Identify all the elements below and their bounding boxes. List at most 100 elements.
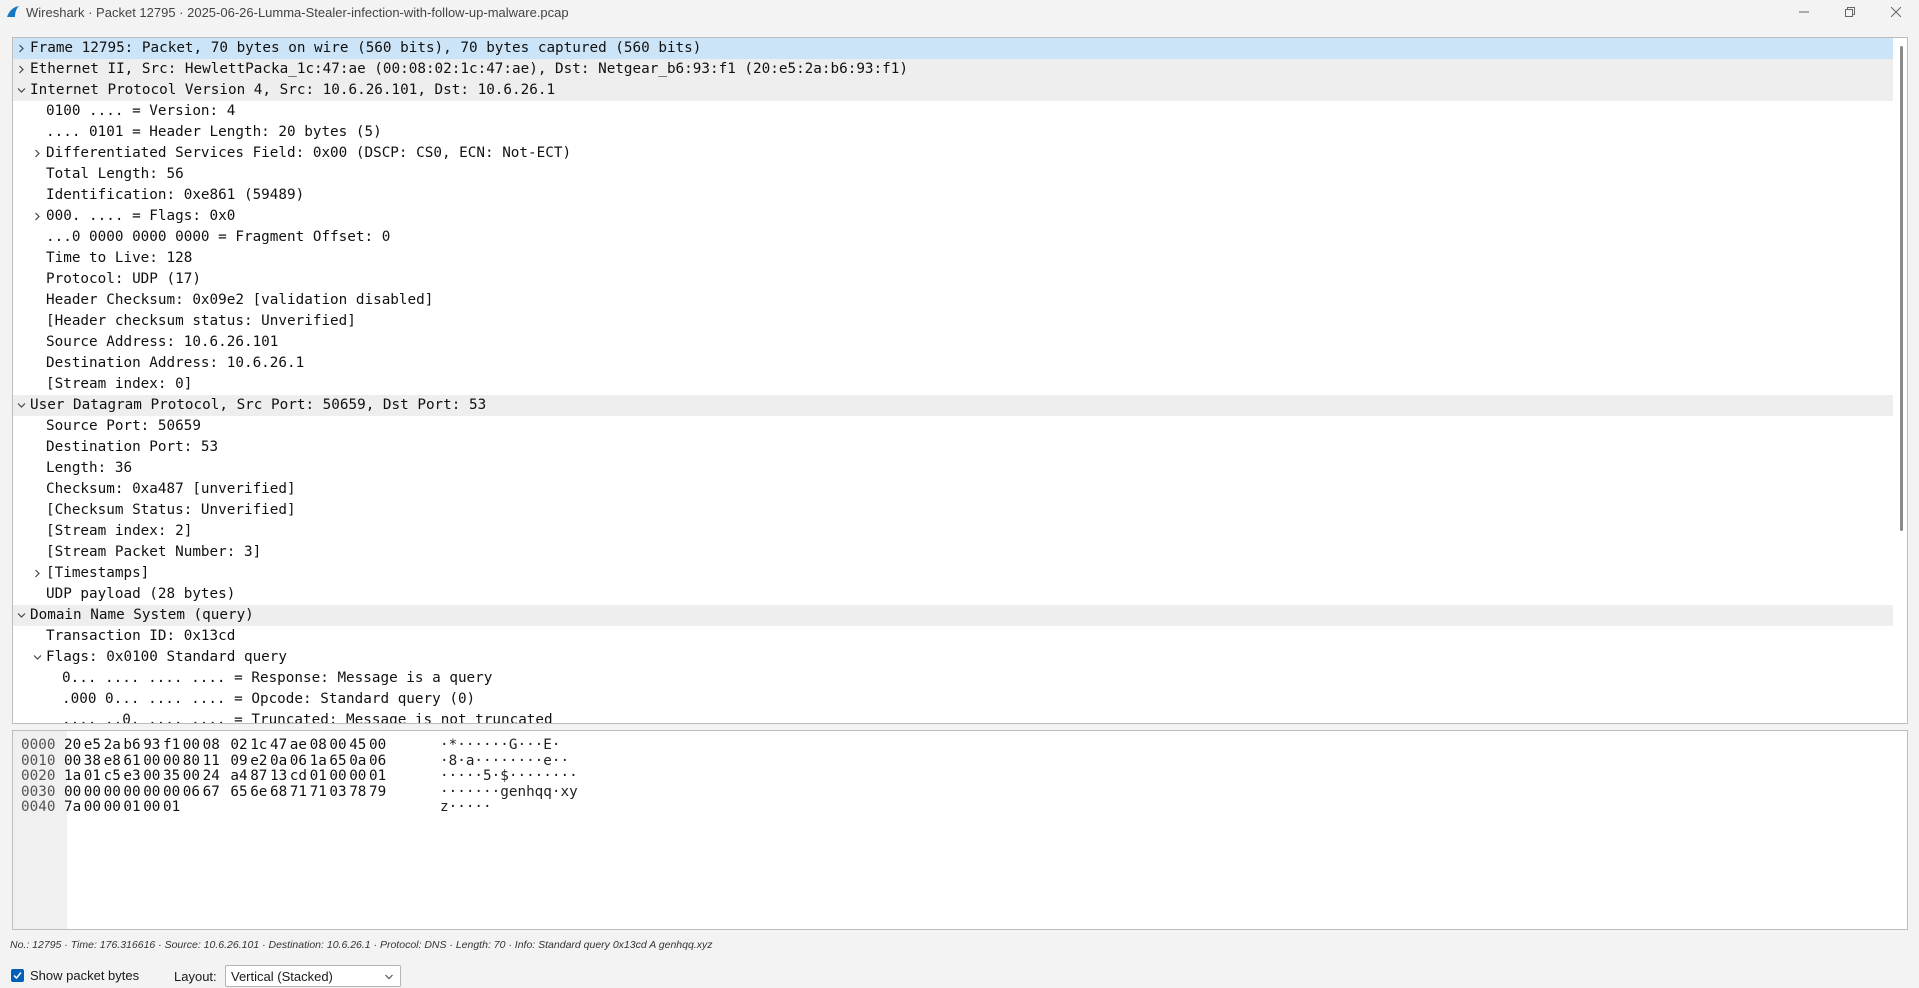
tree-row-label: .... 0101 = Header Length: 20 bytes (5): [46, 124, 382, 140]
chevron-right-icon[interactable]: [30, 206, 44, 227]
tree-row[interactable]: Destination Address: 10.6.26.1: [13, 353, 1893, 374]
tree-row[interactable]: UDP payload (28 bytes): [13, 584, 1893, 605]
tree-row[interactable]: Ethernet II, Src: HewlettPacka_1c:47:ae …: [13, 59, 1893, 80]
chevron-right-icon[interactable]: [30, 143, 44, 164]
tree-row[interactable]: Internet Protocol Version 4, Src: 10.6.2…: [13, 80, 1893, 101]
tree-row-label: 000. .... = Flags: 0x0: [46, 208, 236, 224]
tree-row-label: Differentiated Services Field: 0x00 (DSC…: [46, 145, 572, 161]
layout-dropdown[interactable]: Vertical (Stacked): [225, 965, 401, 987]
tree-row[interactable]: Transaction ID: 0x13cd: [13, 626, 1893, 647]
chevron-down-icon: [385, 974, 393, 980]
tree-row-label: [Stream index: 2]: [46, 523, 193, 539]
hex-byte[interactable]: 7a: [64, 798, 81, 817]
show-packet-bytes-checkbox[interactable]: Show packet bytes: [11, 968, 139, 983]
tree-row[interactable]: Header Checksum: 0x09e2 [validation disa…: [13, 290, 1893, 311]
tree-row-label: User Datagram Protocol, Src Port: 50659,…: [30, 397, 487, 413]
tree-row[interactable]: User Datagram Protocol, Src Port: 50659,…: [13, 395, 1893, 416]
bottom-toolbar: Show packet bytes Layout: Vertical (Stac…: [0, 964, 1919, 988]
tree-row-label: [Stream Packet Number: 3]: [46, 544, 262, 560]
window-title: Wireshark · Packet 12795 · 2025-06-26-Lu…: [26, 4, 569, 20]
tree-row-label: 0... .... .... .... = Response: Message …: [62, 670, 493, 686]
tree-row[interactable]: Identification: 0xe861 (59489): [13, 185, 1893, 206]
hex-byte[interactable]: 00: [104, 798, 121, 817]
tree-row-label: Protocol: UDP (17): [46, 271, 201, 287]
tree-row-label: Source Port: 50659: [46, 418, 201, 434]
wireshark-fin-icon: [7, 6, 19, 17]
tree-row[interactable]: Domain Name System (query): [13, 605, 1893, 626]
hex-row: 0040 7a 00 00 01 00 01 z·····: [13, 798, 1903, 817]
tree-row[interactable]: [Timestamps]: [13, 563, 1893, 584]
tree-row[interactable]: Checksum: 0xa487 [unverified]: [13, 479, 1893, 500]
restore-icon: [1845, 7, 1855, 17]
tree-row-label: .... ..0. .... .... = Truncated: Message…: [62, 712, 553, 723]
checkbox-checked-icon: [11, 969, 24, 982]
tree-row-label: Flags: 0x0100 Standard query: [46, 649, 288, 665]
tree-row-label: Identification: 0xe861 (59489): [46, 187, 305, 203]
details-vertical-scrollbar[interactable]: [1893, 38, 1907, 723]
hex-byte[interactable]: 00: [143, 798, 160, 817]
tree-row[interactable]: 0100 .... = Version: 4: [13, 101, 1893, 122]
tree-row-label: Destination Port: 53: [46, 439, 219, 455]
tree-row[interactable]: .000 0... .... .... = Opcode: Standard q…: [13, 689, 1893, 710]
tree-row-label: [Timestamps]: [46, 565, 150, 581]
tree-row-label: Total Length: 56: [46, 166, 184, 182]
tree-row[interactable]: 0... .... .... .... = Response: Message …: [13, 668, 1893, 689]
tree-row[interactable]: [Stream index: 2]: [13, 521, 1893, 542]
minimize-icon: [1799, 11, 1809, 13]
packet-details-list: Frame 12795: Packet, 70 bytes on wire (5…: [13, 38, 1893, 723]
tree-row[interactable]: Length: 36: [13, 458, 1893, 479]
tree-row-label: Header Checksum: 0x09e2 [validation disa…: [46, 292, 434, 308]
scrollbar-thumb[interactable]: [1900, 46, 1903, 531]
tree-row-label: Internet Protocol Version 4, Src: 10.6.2…: [30, 82, 556, 98]
tree-row[interactable]: Source Address: 10.6.26.101: [13, 332, 1893, 353]
tree-row[interactable]: Source Port: 50659: [13, 416, 1893, 437]
restore-button[interactable]: [1827, 0, 1873, 24]
tree-row[interactable]: ...0 0000 0000 0000 = Fragment Offset: 0: [13, 227, 1893, 248]
close-button[interactable]: [1873, 0, 1919, 24]
tree-row[interactable]: [Header checksum status: Unverified]: [13, 311, 1893, 332]
chevron-down-icon[interactable]: [14, 605, 28, 626]
tree-row[interactable]: [Checksum Status: Unverified]: [13, 500, 1893, 521]
tree-row[interactable]: Destination Port: 53: [13, 437, 1893, 458]
chevron-right-icon[interactable]: [30, 563, 44, 584]
tree-row-label: Transaction ID: 0x13cd: [46, 628, 236, 644]
chevron-right-icon[interactable]: [14, 38, 28, 59]
tree-row[interactable]: Flags: 0x0100 Standard query: [13, 647, 1893, 668]
tree-row-label: Domain Name System (query): [30, 607, 254, 623]
tree-row[interactable]: Differentiated Services Field: 0x00 (DSC…: [13, 143, 1893, 164]
layout-label: Layout:: [174, 969, 217, 984]
tree-row-label: Destination Address: 10.6.26.1: [46, 355, 305, 371]
tree-row-label: [Header checksum status: Unverified]: [46, 313, 356, 329]
tree-row[interactable]: [Stream Packet Number: 3]: [13, 542, 1893, 563]
hex-ascii[interactable]: z·····: [440, 798, 492, 817]
chevron-down-icon[interactable]: [30, 647, 44, 668]
tree-row[interactable]: Frame 12795: Packet, 70 bytes on wire (5…: [13, 38, 1893, 59]
tree-row-label: ...0 0000 0000 0000 = Fragment Offset: 0: [46, 229, 391, 245]
hex-byte[interactable]: 01: [123, 798, 140, 817]
tree-row[interactable]: 000. .... = Flags: 0x0: [13, 206, 1893, 227]
close-icon: [1891, 7, 1901, 17]
tree-row-label: Time to Live: 128: [46, 250, 193, 266]
hex-byte[interactable]: 00: [84, 798, 101, 817]
tree-row-label: 0100 .... = Version: 4: [46, 103, 236, 119]
packet-details-tree[interactable]: Frame 12795: Packet, 70 bytes on wire (5…: [12, 37, 1908, 724]
tree-row-label: .000 0... .... .... = Opcode: Standard q…: [62, 691, 476, 707]
tree-row[interactable]: .... 0101 = Header Length: 20 bytes (5): [13, 122, 1893, 143]
minimize-button[interactable]: [1781, 0, 1827, 24]
tree-row[interactable]: .... ..0. .... .... = Truncated: Message…: [13, 710, 1893, 723]
tree-row-label: [Stream index: 0]: [46, 376, 193, 392]
packet-summary-status: No.: 12795 · Time: 176.316616 · Source: …: [10, 939, 713, 951]
show-packet-bytes-label: Show packet bytes: [30, 968, 140, 983]
tree-row[interactable]: Protocol: UDP (17): [13, 269, 1893, 290]
tree-row[interactable]: Time to Live: 128: [13, 248, 1893, 269]
tree-row-label: Ethernet II, Src: HewlettPacka_1c:47:ae …: [30, 61, 908, 77]
tree-row[interactable]: Total Length: 56: [13, 164, 1893, 185]
chevron-down-icon[interactable]: [14, 80, 28, 101]
tree-row-label: UDP payload (28 bytes): [46, 586, 236, 602]
packet-bytes-pane[interactable]: 0000 20 e5 2a b6 93 f1 00 08 02 1c 47 ae 08 00 45 00 ·*··…: [12, 730, 1908, 930]
chevron-right-icon[interactable]: [14, 59, 28, 80]
chevron-down-icon[interactable]: [14, 395, 28, 416]
tree-row[interactable]: [Stream index: 0]: [13, 374, 1893, 395]
tree-row-label: [Checksum Status: Unverified]: [46, 502, 296, 518]
hex-byte[interactable]: 01: [163, 798, 180, 817]
